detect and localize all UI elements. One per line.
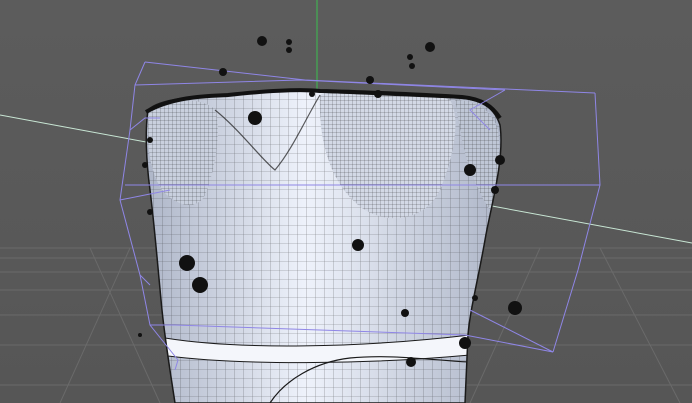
particle bbox=[309, 91, 315, 97]
particle bbox=[179, 255, 195, 271]
particle bbox=[407, 54, 413, 60]
particle bbox=[352, 239, 364, 251]
particle bbox=[147, 209, 153, 215]
particle bbox=[491, 186, 499, 194]
particle bbox=[401, 309, 409, 317]
particle bbox=[374, 90, 382, 98]
particle bbox=[248, 111, 262, 125]
particle bbox=[464, 164, 476, 176]
particle bbox=[219, 68, 227, 76]
particle bbox=[138, 333, 142, 337]
particle bbox=[406, 357, 416, 367]
viewport-canvas[interactable] bbox=[0, 0, 692, 403]
particle bbox=[147, 137, 153, 143]
particle bbox=[459, 337, 471, 349]
particle bbox=[286, 39, 292, 45]
particle bbox=[192, 277, 208, 293]
particle bbox=[409, 63, 415, 69]
particle bbox=[425, 42, 435, 52]
particle bbox=[142, 162, 148, 168]
particle bbox=[495, 155, 505, 165]
particle bbox=[286, 47, 292, 53]
particle bbox=[366, 76, 374, 84]
particle bbox=[508, 301, 522, 315]
particle bbox=[472, 295, 478, 301]
particle bbox=[257, 36, 267, 46]
3d-viewport[interactable] bbox=[0, 0, 692, 403]
tooth-mesh[interactable] bbox=[140, 88, 510, 403]
